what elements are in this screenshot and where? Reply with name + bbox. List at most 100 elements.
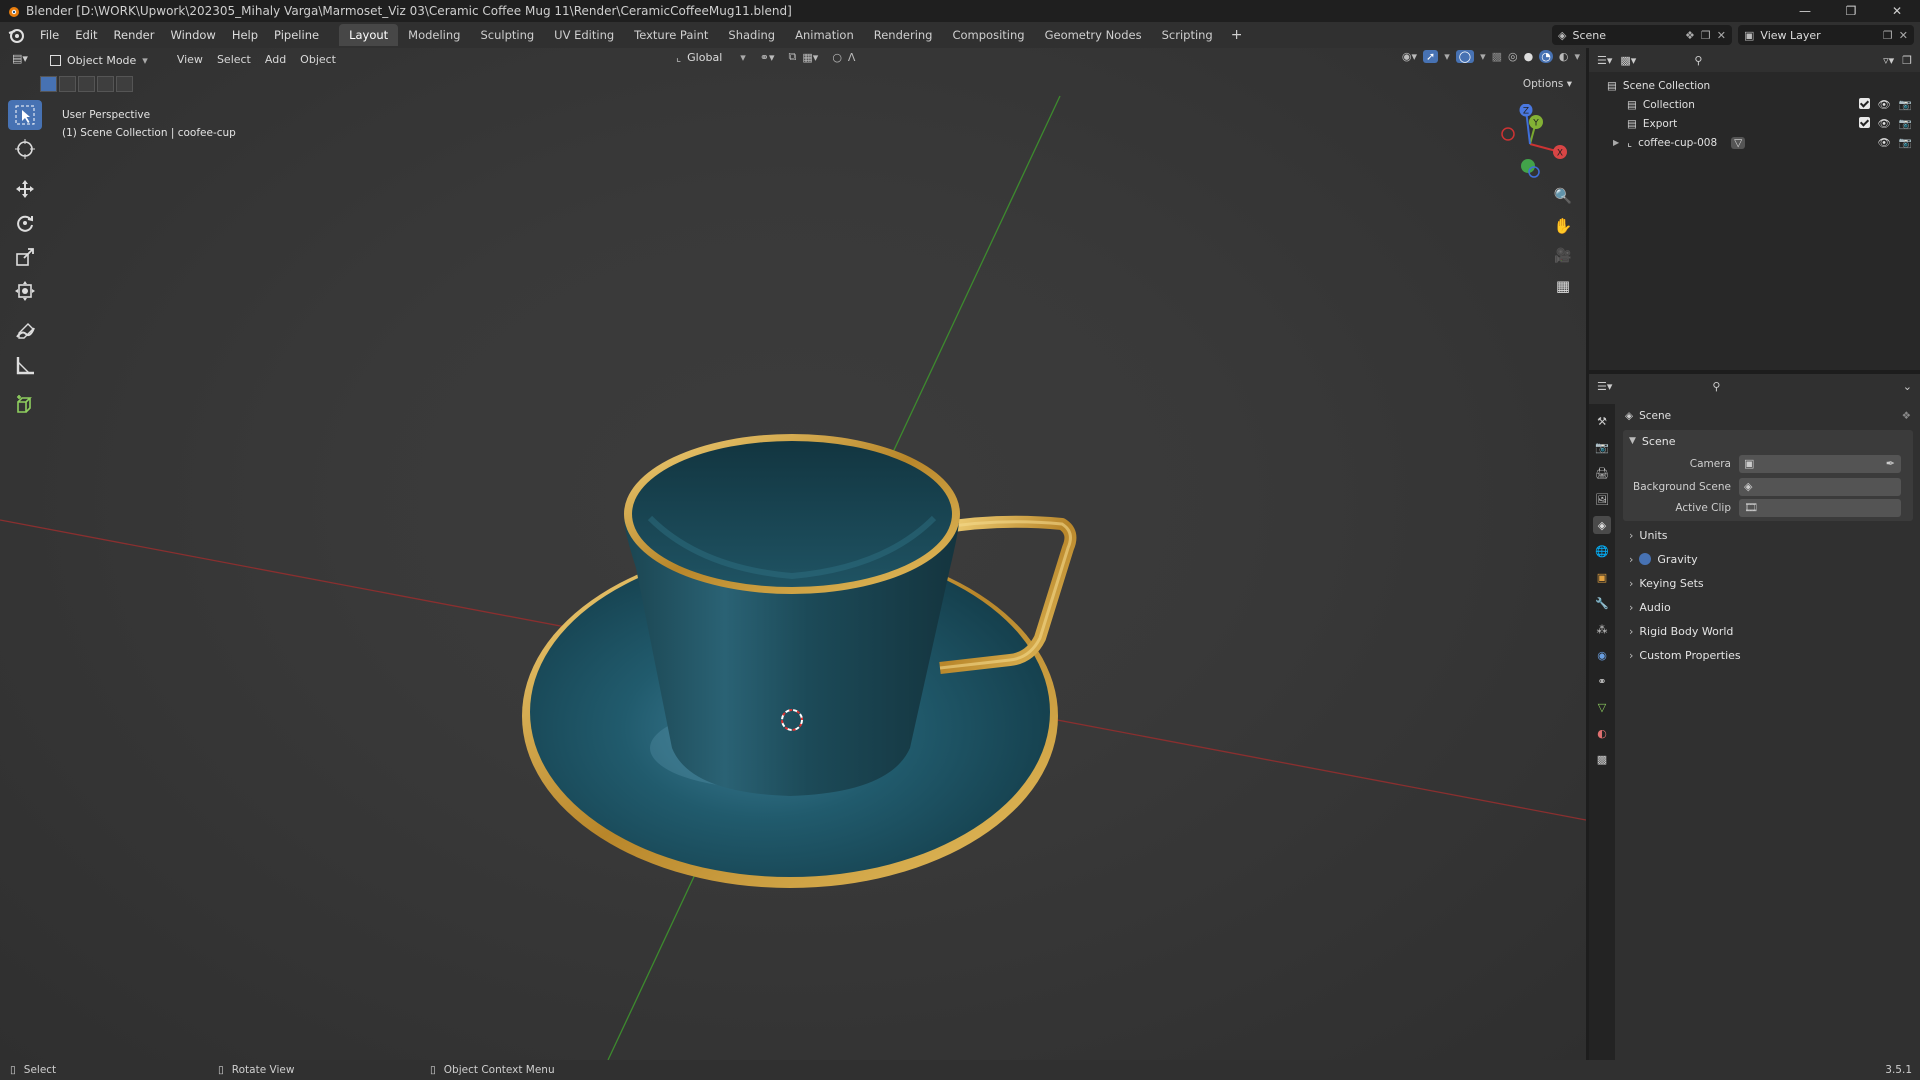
add-workspace-button[interactable]: + <box>1223 27 1251 43</box>
scene-panel-header[interactable]: ▼ Scene <box>1623 430 1913 452</box>
falloff-icon[interactable]: Λ <box>848 51 856 64</box>
menu-object[interactable]: Object <box>293 49 343 71</box>
custom-properties-panel[interactable]: › Custom Properties <box>1619 643 1917 667</box>
select-intersect-icon[interactable] <box>116 76 133 92</box>
proportional-edit-icon[interactable]: ○ <box>832 51 842 64</box>
menu-select[interactable]: Select <box>210 49 258 71</box>
physics-tab-icon[interactable]: ◉ <box>1593 646 1611 664</box>
chevron-down-icon[interactable]: ▾ <box>1444 50 1450 63</box>
camera-view-icon[interactable]: 🎥 <box>1550 244 1576 268</box>
tab-animation[interactable]: Animation <box>785 24 864 46</box>
world-tab-icon[interactable]: 🌐 <box>1593 542 1611 560</box>
annotate-tool[interactable] <box>8 316 42 346</box>
navigation-gizmo[interactable]: X Y Z <box>1490 104 1570 180</box>
menu-edit[interactable]: Edit <box>67 22 105 48</box>
options-dropdown[interactable]: Options ▾ <box>1523 78 1572 90</box>
background-scene-field[interactable]: ◈ <box>1739 477 1901 496</box>
snap-icon[interactable]: ⧉ <box>789 50 797 64</box>
delete-view-layer-icon[interactable]: ✕ <box>1899 29 1908 42</box>
blender-menu-icon[interactable] <box>6 25 26 45</box>
tab-compositing[interactable]: Compositing <box>942 24 1034 46</box>
render-tab-icon[interactable]: 📷 <box>1593 438 1611 456</box>
view-layer-selector[interactable]: ▣ View Layer ❐ ✕ <box>1738 25 1914 45</box>
xray-icon[interactable]: ▩ <box>1492 50 1502 63</box>
solid-shading-icon[interactable]: ● <box>1524 50 1534 63</box>
display-mode-icon[interactable]: ▩▾ <box>1620 54 1636 67</box>
cursor-tool[interactable] <box>8 134 42 164</box>
expand-arrow-icon[interactable]: ▶ <box>1613 138 1619 147</box>
search-icon[interactable]: ⚲ <box>1712 380 1720 393</box>
delete-scene-icon[interactable]: ✕ <box>1717 29 1726 42</box>
chevron-down-icon[interactable]: ⌄ <box>1903 380 1912 393</box>
add-cube-tool[interactable] <box>8 390 42 420</box>
outliner-item-collection[interactable]: ▤ Collection 👁 📷 <box>1589 95 1920 114</box>
scene-tab-icon[interactable]: ◈ <box>1593 516 1611 534</box>
scene-selector[interactable]: ◈ Scene ❖ ❐ ✕ <box>1552 25 1732 45</box>
select-subtract-icon[interactable] <box>78 76 95 92</box>
mode-selector[interactable]: Object Mode ▾ <box>44 50 170 70</box>
editor-type-icon[interactable]: ☰▾ <box>1597 380 1612 393</box>
eye-icon[interactable]: 👁 <box>1878 136 1891 149</box>
close-icon[interactable]: ✕ <box>1874 0 1920 22</box>
visibility-icon[interactable]: ◉▾ <box>1402 50 1417 63</box>
minimize-icon[interactable]: — <box>1782 0 1828 22</box>
tool-tab-icon[interactable]: ⚒ <box>1593 412 1611 430</box>
move-tool[interactable] <box>8 174 42 204</box>
wireframe-shading-icon[interactable]: ◎ <box>1508 50 1518 63</box>
constraints-tab-icon[interactable]: ⚭ <box>1593 672 1611 690</box>
active-clip-field[interactable]: 🎞 <box>1739 498 1901 517</box>
pan-hand-icon[interactable]: ✋ <box>1550 214 1576 238</box>
render-camera-icon[interactable]: 📷 <box>1899 98 1912 111</box>
outliner-item-export[interactable]: ▤ Export 👁 📷 <box>1589 114 1920 133</box>
chevron-down-icon[interactable]: ▾ <box>1574 50 1580 63</box>
material-tab-icon[interactable]: ◐ <box>1593 724 1611 742</box>
menu-file[interactable]: File <box>32 22 67 48</box>
tab-uv-editing[interactable]: UV Editing <box>544 24 624 46</box>
new-view-layer-icon[interactable]: ❐ <box>1883 29 1893 42</box>
output-tab-icon[interactable]: 🖨 <box>1593 464 1611 482</box>
new-collection-icon[interactable]: ❐ <box>1902 54 1912 67</box>
select-extend-icon[interactable] <box>59 76 76 92</box>
tab-layout[interactable]: Layout <box>339 24 399 46</box>
maximize-icon[interactable]: ❐ <box>1828 0 1874 22</box>
tab-geometry-nodes[interactable]: Geometry Nodes <box>1035 24 1152 46</box>
eye-icon[interactable]: 👁 <box>1878 98 1891 111</box>
menu-window[interactable]: Window <box>162 22 223 48</box>
object-tab-icon[interactable]: ▣ <box>1593 568 1611 586</box>
render-camera-icon[interactable]: 📷 <box>1899 117 1912 130</box>
pin-icon[interactable]: ❖ <box>1685 29 1695 42</box>
filter-icon[interactable]: ▿▾ <box>1883 54 1894 67</box>
3d-viewport[interactable]: ▤▾ Object Mode ▾ View Select Add Object … <box>0 48 1586 1060</box>
ortho-grid-icon[interactable]: ▦ <box>1550 274 1576 298</box>
tab-modeling[interactable]: Modeling <box>398 24 470 46</box>
mesh-data-icon[interactable]: ▽ <box>1731 136 1746 149</box>
snap-target-icon[interactable]: ▦▾ <box>802 51 818 64</box>
pin-icon[interactable]: ❖ <box>1902 410 1911 422</box>
gravity-checkbox[interactable] <box>1639 553 1652 565</box>
tab-sculpting[interactable]: Sculpting <box>470 24 544 46</box>
gravity-panel[interactable]: › Gravity <box>1619 547 1917 571</box>
material-shading-icon[interactable]: ◔ <box>1539 50 1553 63</box>
tab-texture-paint[interactable]: Texture Paint <box>624 24 718 46</box>
menu-render[interactable]: Render <box>106 22 163 48</box>
pivot-icon[interactable]: ⚭▾ <box>760 51 775 64</box>
menu-pipeline[interactable]: Pipeline <box>266 22 327 48</box>
keying-sets-panel[interactable]: › Keying Sets <box>1619 571 1917 595</box>
eyedropper-icon[interactable]: ✒ <box>1886 457 1895 470</box>
rotate-tool[interactable] <box>8 208 42 238</box>
data-tab-icon[interactable]: ▽ <box>1593 698 1611 716</box>
rigid-body-world-panel[interactable]: › Rigid Body World <box>1619 619 1917 643</box>
transform-tool[interactable] <box>8 276 42 306</box>
menu-add[interactable]: Add <box>258 49 293 71</box>
eye-icon[interactable]: 👁 <box>1878 117 1891 130</box>
tab-shading[interactable]: Shading <box>718 24 785 46</box>
outliner-item-coffee-cup[interactable]: ▶ ⌞ coffee-cup-008 ▽ 👁 📷 <box>1589 133 1920 152</box>
overlay-toggle-icon[interactable]: ◯ <box>1455 50 1475 63</box>
zoom-icon[interactable]: 🔍 <box>1550 184 1576 208</box>
render-camera-icon[interactable]: 📷 <box>1899 136 1912 149</box>
transform-orientation[interactable]: ⌞ Global ▾ ⚭▾ ⧉ ▦▾ ○ Λ <box>676 50 855 64</box>
editor-type-icon[interactable]: ☰▾ <box>1597 54 1612 67</box>
tab-rendering[interactable]: Rendering <box>864 24 943 46</box>
select-new-icon[interactable] <box>40 76 57 92</box>
outliner-scene-collection[interactable]: ▤ Scene Collection <box>1589 76 1920 95</box>
